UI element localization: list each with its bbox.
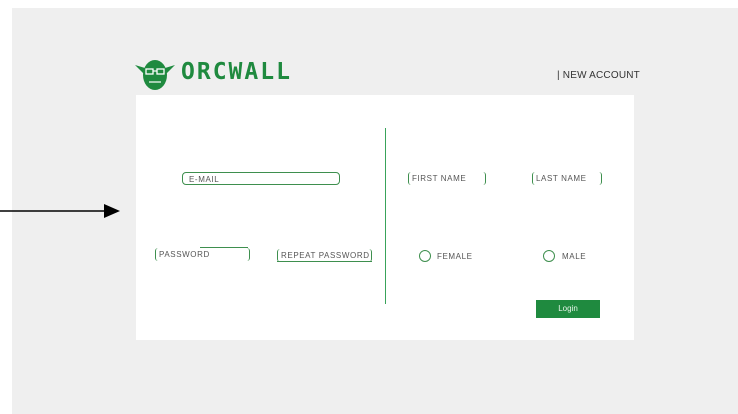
male-label: MALE — [562, 252, 587, 261]
column-divider — [385, 128, 386, 304]
arrow-right-icon — [0, 204, 120, 218]
first-name-field[interactable]: FIRST NAME — [408, 172, 486, 185]
email-field[interactable]: E-MAIL — [182, 172, 340, 185]
login-button[interactable]: Login — [536, 300, 600, 318]
orc-head-icon — [135, 60, 175, 90]
brand-logo[interactable]: ORCWALL — [133, 55, 343, 95]
male-radio[interactable] — [543, 250, 555, 262]
last-name-field[interactable]: LAST NAME — [532, 172, 602, 185]
repeat-password-field-bottom-border — [277, 261, 372, 262]
female-radio[interactable] — [419, 250, 431, 262]
new-account-link[interactable]: | NEW ACCOUNT — [557, 70, 640, 81]
female-label: FEMALE — [437, 252, 473, 261]
password-field[interactable]: PASSWORD — [155, 248, 250, 261]
brand-name: ORCWALL — [181, 59, 292, 85]
password-field-top-border — [200, 247, 248, 248]
